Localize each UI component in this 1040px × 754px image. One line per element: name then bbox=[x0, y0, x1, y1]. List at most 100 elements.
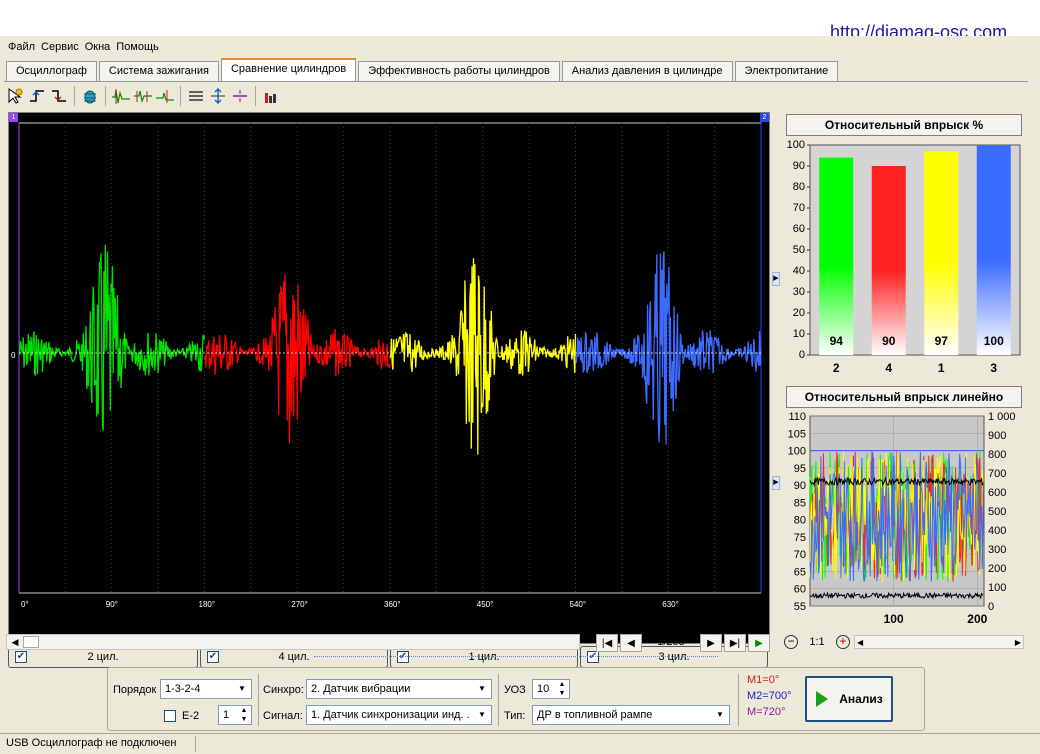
scroll-thumb[interactable] bbox=[23, 636, 39, 648]
spin-arrows-icon[interactable]: ▲ ▼ bbox=[556, 680, 568, 698]
marker-m: M=720° bbox=[747, 706, 786, 718]
divider bbox=[498, 674, 499, 726]
menu-help[interactable]: Помощь bbox=[116, 41, 159, 53]
menu-file[interactable]: Файл bbox=[8, 41, 35, 53]
y-left-tick-label: 110 bbox=[788, 411, 806, 423]
y-left-tick-label: 105 bbox=[788, 428, 806, 440]
splitter-handle[interactable] bbox=[314, 656, 718, 662]
type-label: Тип: bbox=[504, 710, 526, 722]
order-select[interactable]: 1-3-2-4 ▼ bbox=[160, 679, 252, 699]
channel-2-label: 2 цил. bbox=[87, 651, 119, 663]
bar-chart-title: Относительный впрыск % bbox=[786, 114, 1022, 136]
bar-value-label: 100 bbox=[984, 334, 1004, 348]
play-icon[interactable]: ▶ bbox=[748, 634, 770, 652]
y-right-tick-label: 0 bbox=[988, 601, 994, 613]
cursor-icon[interactable] bbox=[4, 85, 26, 107]
spin-arrows-icon[interactable]: ▲ ▼ bbox=[238, 706, 250, 724]
oscillogram-plot[interactable]: 0 0° 90° 180° 270° 360° 450° 540° 630° 1 2 bbox=[8, 112, 770, 644]
x-tick-label: 100 bbox=[884, 612, 904, 626]
menu-service[interactable]: Сервис bbox=[41, 41, 79, 53]
analyze-button[interactable]: Анализ bbox=[805, 676, 893, 722]
marker-1-badge[interactable]: 1 bbox=[9, 113, 18, 122]
chevron-down-icon: ▼ bbox=[478, 684, 486, 693]
oscillogram-scrollbar[interactable]: ◀ bbox=[6, 634, 580, 650]
status-divider bbox=[195, 736, 196, 752]
rising-edge-icon[interactable] bbox=[26, 85, 48, 107]
degree-tick-label: 360° bbox=[384, 600, 401, 609]
bar-chart-icon[interactable] bbox=[260, 85, 282, 107]
zoom-scroll-left-icon[interactable]: ◀ bbox=[857, 638, 863, 647]
marker-2-badge[interactable]: 2 bbox=[760, 113, 769, 122]
y-right-tick-label: 100 bbox=[988, 582, 1006, 594]
degree-tick-label: 0° bbox=[21, 600, 29, 609]
first-page-icon[interactable]: |◀ bbox=[596, 634, 618, 652]
zoom-scroll-right-icon[interactable]: ▶ bbox=[1015, 638, 1021, 647]
play-icon bbox=[816, 691, 829, 707]
scroll-left-icon[interactable]: ◀ bbox=[7, 635, 23, 649]
wave-marker-2-icon[interactable] bbox=[132, 85, 154, 107]
toolbar-separator bbox=[255, 86, 256, 106]
signal-value: 1. Датчик синхронизации инд. . bbox=[311, 709, 470, 721]
next-page-icon[interactable]: ▶ bbox=[700, 634, 722, 652]
prev-page-icon[interactable]: ◀ bbox=[620, 634, 642, 652]
wave-marker-3-icon[interactable] bbox=[154, 85, 176, 107]
tab-pressure-analysis[interactable]: Анализ давления в цилиндре bbox=[561, 61, 733, 81]
category-label: 1 bbox=[938, 361, 945, 375]
zoom-out-icon[interactable]: − bbox=[784, 635, 798, 649]
toolbar-separator bbox=[105, 86, 106, 106]
waveform-segment bbox=[203, 274, 391, 444]
signal-label: Сигнал: bbox=[263, 710, 303, 722]
tab-oscillograph[interactable]: Осциллограф bbox=[6, 61, 97, 81]
splitter-upper-arrow[interactable]: ▶ bbox=[772, 272, 780, 286]
uoz-label: УОЗ bbox=[504, 684, 526, 696]
y-tick-label: 0 bbox=[799, 349, 805, 361]
tab-ignition[interactable]: Система зажигания bbox=[98, 61, 219, 81]
x-tick-label: 200 bbox=[967, 612, 987, 626]
e2-spinner[interactable]: 1 ▲ ▼ bbox=[218, 705, 252, 725]
y-right-tick-label: 500 bbox=[988, 506, 1006, 518]
uoz-spinner[interactable]: 10 ▲ ▼ bbox=[532, 679, 570, 699]
y-right-tick-label: 900 bbox=[988, 430, 1006, 442]
zoom-bar: − 1:1 + ◀ ▶ bbox=[784, 634, 1024, 650]
zoom-in-icon[interactable]: + bbox=[836, 635, 850, 649]
oscillogram-svg: 0 0° 90° 180° 270° 360° 450° 540° 630° bbox=[11, 122, 762, 609]
y-right-tick-label: 200 bbox=[988, 563, 1006, 575]
analyze-label: Анализ bbox=[839, 692, 883, 706]
bar-value-label: 97 bbox=[935, 334, 949, 348]
tab-baseline bbox=[4, 81, 1028, 82]
relative-injection-line-chart: 55 60 65 70 75 80 85 90 95 100 105 110 0 100 200 300 400… bbox=[788, 411, 1016, 626]
y-tick-label: 80 bbox=[793, 181, 805, 193]
category-label: 3 bbox=[990, 361, 997, 375]
wave-marker-1-icon[interactable] bbox=[110, 85, 132, 107]
toolbar-separator bbox=[74, 86, 75, 106]
last-page-icon[interactable]: ▶| bbox=[724, 634, 746, 652]
y-left-tick-label: 75 bbox=[794, 532, 806, 544]
cursor-lines-icon[interactable] bbox=[229, 85, 251, 107]
sync-select[interactable]: 2. Датчик вибрации ▼ bbox=[306, 679, 492, 699]
tab-cylinder-compare[interactable]: Сравнение цилиндров bbox=[220, 58, 357, 81]
e2-checkbox[interactable] bbox=[164, 710, 176, 722]
vertical-zoom-icon[interactable] bbox=[207, 85, 229, 107]
signal-select[interactable]: 1. Датчик синхронизации инд. . ▼ bbox=[306, 705, 492, 725]
type-value: ДР в топливной рампе bbox=[537, 709, 653, 721]
tab-power-supply[interactable]: Электропитание bbox=[734, 61, 839, 81]
horizontal-lines-icon[interactable] bbox=[185, 85, 207, 107]
order-value: 1-3-2-4 bbox=[165, 683, 201, 695]
category-label: 4 bbox=[885, 361, 892, 375]
sync-value: 2. Датчик вибрации bbox=[311, 683, 411, 695]
y-right-tick-label: 400 bbox=[988, 525, 1006, 537]
bug-icon[interactable] bbox=[79, 85, 101, 107]
category-label: 2 bbox=[833, 361, 840, 375]
splitter-lower-arrow[interactable]: ▶ bbox=[772, 476, 780, 490]
zoom-scrollbar[interactable]: ◀ ▶ bbox=[854, 635, 1024, 649]
page-counter: 1/208 bbox=[657, 636, 685, 648]
degree-tick-label: 540° bbox=[570, 600, 587, 609]
toolbar bbox=[4, 84, 282, 108]
falling-edge-icon[interactable] bbox=[48, 85, 70, 107]
tab-cylinder-efficiency[interactable]: Эффективность работы цилиндров bbox=[358, 61, 560, 81]
type-select[interactable]: ДР в топливной рампе ▼ bbox=[532, 705, 730, 725]
menu-windows[interactable]: Окна bbox=[85, 41, 111, 53]
uoz-value: 10 bbox=[537, 683, 550, 695]
tab-strip: Осциллограф Система зажигания Сравнение … bbox=[6, 58, 840, 81]
y-left-tick-label: 80 bbox=[794, 515, 806, 527]
